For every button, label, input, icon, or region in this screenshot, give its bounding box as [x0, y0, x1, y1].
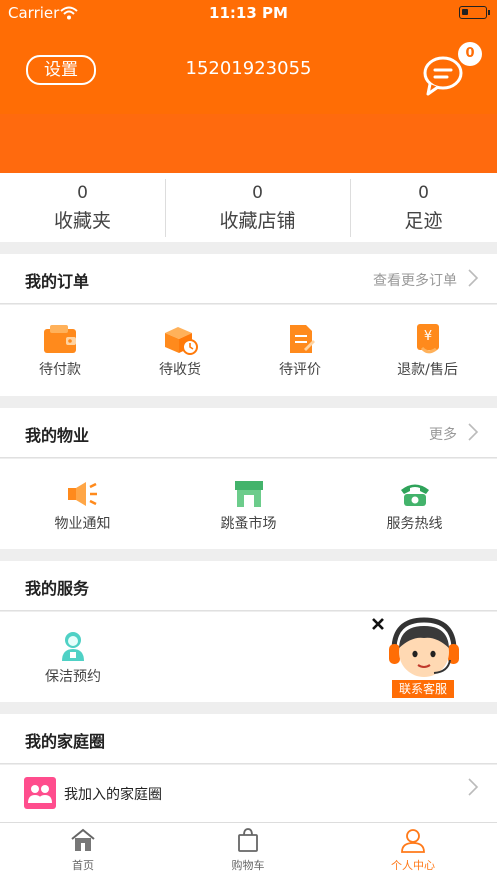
stat-value: 0	[418, 183, 429, 203]
store-icon	[234, 481, 263, 507]
stat-label: 收藏店铺	[219, 210, 296, 232]
order-pending-payment[interactable]: 待付款	[0, 323, 120, 379]
property-label: 跳蚤市场	[220, 516, 277, 532]
tab-label: 首页	[72, 859, 94, 872]
order-pending-receipt[interactable]: 待收货	[120, 323, 240, 379]
stat-value: 0	[77, 183, 88, 203]
cleaner-icon	[62, 632, 84, 661]
property-header[interactable]: 我的物业 更多	[0, 408, 497, 458]
person-icon	[401, 829, 425, 853]
order-label: 待收货	[159, 362, 201, 378]
review-icon	[290, 325, 315, 353]
property-notice[interactable]: 物业通知	[20, 479, 145, 533]
stat-favorites[interactable]: 0 收藏夹	[0, 173, 165, 242]
chevron-right-icon	[468, 423, 479, 441]
tab-bar: 首页 购物车 个人中心	[0, 822, 497, 883]
cart-bag-icon	[238, 828, 258, 852]
stat-value: 0	[252, 183, 263, 203]
section-title: 我的家庭圈	[25, 732, 106, 751]
section-title: 我的服务	[25, 579, 90, 598]
property-service-hotline[interactable]: 服务热线	[352, 479, 477, 533]
section-title: 我的物业	[25, 426, 90, 445]
services-header: 我的服务	[0, 561, 497, 611]
stat-footprints[interactable]: 0 足迹	[350, 173, 497, 242]
order-refund-aftersales[interactable]: ¥ 退款/售后	[360, 323, 495, 379]
tab-label: 个人中心	[391, 859, 435, 872]
order-label: 退款/售后	[397, 362, 458, 378]
orders-header[interactable]: 我的订单 查看更多订单	[0, 254, 497, 304]
chevron-right-icon	[468, 778, 479, 796]
stats-row: 0 收藏夹 0 收藏店铺 0 足迹	[0, 173, 497, 242]
status-time: 11:13 PM	[209, 4, 288, 22]
tab-cart[interactable]: 购物车	[188, 827, 308, 873]
more-link[interactable]: 更多	[429, 424, 457, 444]
wallet-icon	[44, 325, 76, 353]
order-label: 待评价	[279, 362, 321, 378]
refund-icon: ¥	[416, 324, 439, 354]
property-label: 服务热线	[386, 516, 443, 532]
tab-profile[interactable]: 个人中心	[353, 827, 473, 873]
family-group-icon	[24, 777, 56, 809]
chevron-right-icon	[468, 269, 479, 287]
stat-favorite-shops[interactable]: 0 收藏店铺	[165, 173, 350, 242]
stat-label: 收藏夹	[53, 210, 111, 232]
support-agent-icon	[389, 617, 459, 677]
orders-grid: 待付款 待收货 待评价 ¥ 退款/售后	[0, 305, 497, 396]
order-label: 待付款	[39, 362, 81, 378]
family-row-label: 我加入的家庭圈	[64, 787, 162, 803]
tab-label: 购物车	[231, 859, 265, 872]
svg-text:¥: ¥	[423, 329, 431, 344]
view-more-orders-link[interactable]: 查看更多订单	[373, 270, 457, 290]
support-label: 联系客服	[392, 680, 454, 698]
family-circle-row[interactable]: 我加入的家庭圈	[0, 765, 497, 822]
customer-support-widget[interactable]: 联系客服	[386, 616, 462, 698]
tab-home[interactable]: 首页	[23, 827, 143, 873]
service-label: 保洁预约	[45, 669, 101, 685]
close-icon[interactable]	[371, 617, 385, 631]
home-icon	[71, 828, 95, 851]
telephone-icon	[400, 484, 429, 506]
stat-label: 足迹	[404, 210, 443, 232]
order-pending-review[interactable]: 待评价	[240, 323, 360, 379]
property-label: 物业通知	[54, 516, 111, 532]
package-icon	[165, 327, 198, 355]
property-grid: 物业通知 跳蚤市场 服务热线	[0, 459, 497, 549]
header-band	[0, 114, 497, 173]
section-title: 我的订单	[25, 272, 90, 291]
property-flea-market[interactable]: 跳蚤市场	[186, 479, 311, 533]
family-header: 我的家庭圈	[0, 714, 497, 764]
profile-header: Carrier 11:13 PM 设置 15201923055 0	[0, 0, 497, 173]
message-count-badge: 0	[458, 42, 482, 66]
status-bar: Carrier 11:13 PM	[0, 0, 497, 26]
megaphone-icon	[67, 482, 97, 506]
battery-icon	[459, 6, 490, 19]
service-cleaning-booking[interactable]: 保洁预约	[18, 630, 128, 686]
